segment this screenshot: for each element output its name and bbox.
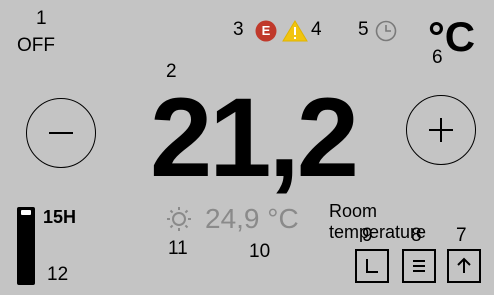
thermostat-screen: 1 OFF 2 3 E 4 5 °C 6 21,2 15H 12 11 24,9… xyxy=(0,0,494,295)
decrease-temperature-button[interactable] xyxy=(26,98,96,168)
minus-icon xyxy=(49,132,73,134)
error-badge-letter: E xyxy=(261,23,271,38)
menu-icon xyxy=(413,260,425,272)
timer-bar-fill xyxy=(17,207,35,285)
callout-8: 8 xyxy=(411,225,422,246)
callout-6: 6 xyxy=(432,47,443,68)
arrow-up-icon xyxy=(457,257,471,273)
callout-7: 7 xyxy=(456,225,467,246)
timer-bar-cap xyxy=(21,210,31,215)
increase-temperature-button[interactable] xyxy=(406,95,476,165)
warning-triangle-icon[interactable] xyxy=(282,20,308,42)
clock-icon[interactable] xyxy=(375,20,397,42)
callout-3: 3 xyxy=(233,19,244,40)
callout-5: 5 xyxy=(358,19,369,40)
room-temperature-value: 24,9 °C xyxy=(205,203,299,234)
setpoint-temperature: 21,2 xyxy=(150,75,359,200)
callout-10: 10 xyxy=(249,241,271,262)
menu-button[interactable] xyxy=(402,249,436,283)
plus-icon xyxy=(429,118,453,142)
error-badge-icon[interactable]: E xyxy=(255,20,277,42)
schedule-icon xyxy=(366,259,378,273)
sun-icon xyxy=(166,206,192,232)
timer-level-bar xyxy=(17,207,35,285)
callout-4: 4 xyxy=(311,19,322,40)
up-arrow-button[interactable] xyxy=(447,249,481,283)
callout-9: 9 xyxy=(362,225,373,246)
power-state-label[interactable]: OFF xyxy=(17,36,55,55)
callout-11: 11 xyxy=(168,238,188,259)
room-temperature-label: Room temperature xyxy=(329,201,427,243)
callout-12: 12 xyxy=(47,264,69,285)
schedule-button[interactable] xyxy=(355,249,389,283)
timer-duration-label: 15H xyxy=(43,207,77,227)
callout-1: 1 xyxy=(36,8,47,29)
